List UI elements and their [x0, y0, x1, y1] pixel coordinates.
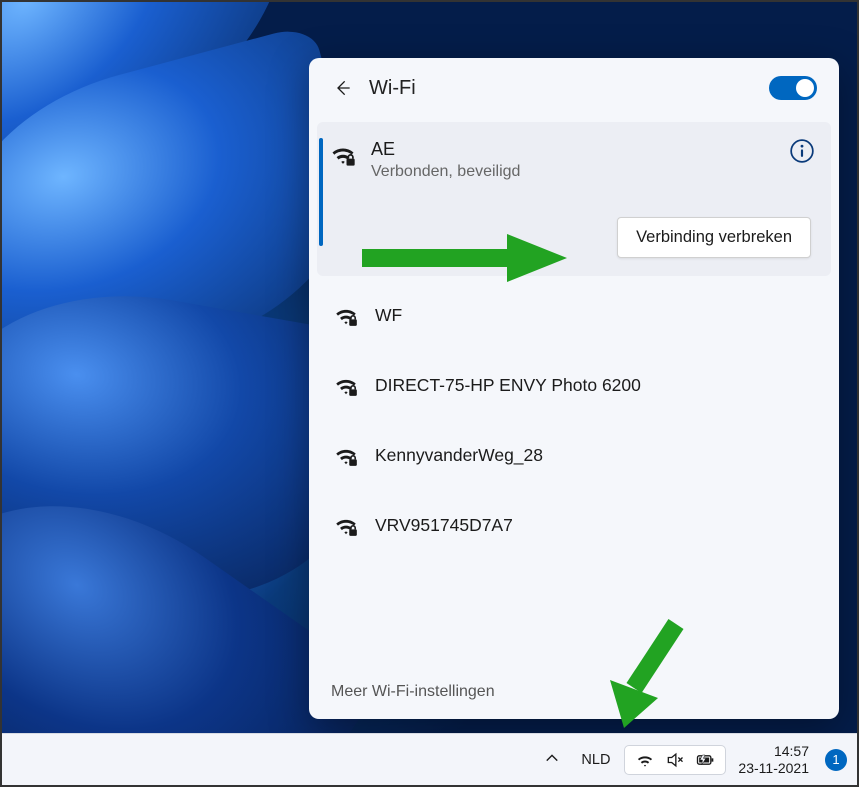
clock-date[interactable]: 14:57 23-11-2021	[732, 743, 815, 777]
network-status: Verbonden, beveiligd	[371, 163, 775, 181]
wifi-secure-icon	[329, 140, 357, 168]
wifi-toggle[interactable]	[769, 76, 817, 100]
more-wifi-settings-link[interactable]: Meer Wi-Fi-instellingen	[309, 665, 839, 719]
network-item[interactable]: DIRECT-75-HP ENVY Photo 6200	[309, 350, 839, 420]
language-indicator[interactable]: NLD	[573, 746, 618, 774]
info-icon	[789, 138, 815, 164]
network-name: AE	[371, 138, 775, 161]
network-info-button[interactable]	[789, 138, 815, 164]
panel-title: Wi-Fi	[369, 77, 755, 100]
wifi-secure-icon	[333, 302, 361, 330]
wifi-secure-icon	[333, 442, 361, 470]
wifi-secure-icon	[333, 372, 361, 400]
network-item[interactable]: VRV951745D7A7	[309, 490, 839, 560]
panel-header: Wi-Fi	[309, 58, 839, 116]
clock-time: 14:57	[738, 743, 809, 760]
arrow-left-icon	[333, 78, 353, 98]
wifi-quick-panel: Wi-Fi AE Verbonden, beveiligd Verbinding…	[309, 58, 839, 719]
clock-day: 23-11-2021	[738, 760, 809, 777]
system-tray-group[interactable]	[624, 745, 726, 775]
tray-overflow-button[interactable]	[537, 745, 567, 775]
network-item[interactable]: KennyvanderWeg_28	[309, 420, 839, 490]
network-name: DIRECT-75-HP ENVY Photo 6200	[375, 374, 815, 397]
wifi-secure-icon	[333, 512, 361, 540]
network-list: AE Verbonden, beveiligd Verbinding verbr…	[309, 116, 839, 665]
network-name: VRV951745D7A7	[375, 514, 815, 537]
wifi-icon	[635, 750, 655, 770]
disconnect-button[interactable]: Verbinding verbreken	[617, 217, 811, 258]
network-item[interactable]: WF	[309, 280, 839, 350]
battery-charging-icon	[695, 750, 715, 770]
network-item-connected[interactable]: AE Verbonden, beveiligd Verbinding verbr…	[317, 122, 831, 276]
network-name: WF	[375, 304, 815, 327]
chevron-up-icon	[545, 751, 559, 765]
taskbar: NLD 14:57 23-11-2021 1	[2, 733, 857, 785]
notification-badge[interactable]: 1	[825, 749, 847, 771]
network-name: KennyvanderWeg_28	[375, 444, 815, 467]
volume-muted-icon	[665, 750, 685, 770]
back-button[interactable]	[331, 76, 355, 100]
